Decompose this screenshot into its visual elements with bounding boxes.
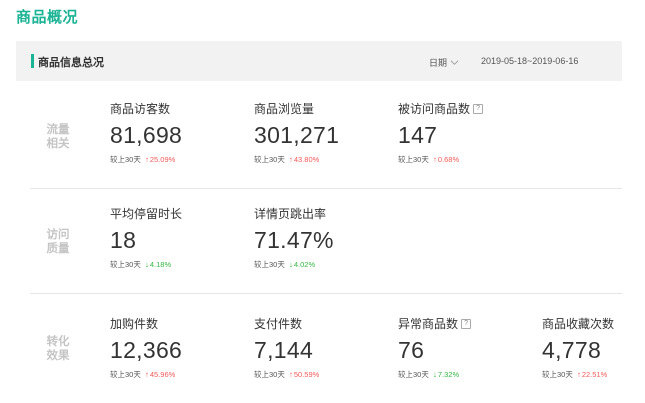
section-label-line1: 访问 [46,229,70,241]
compare-label: 较上30天 [398,155,429,164]
panel-title-accent-bar [31,54,34,68]
metric-value: 12,366 [110,337,183,363]
metric-value: 4,778 [542,337,602,363]
compare-label: 较上30天 [110,155,141,164]
arrow-up-icon: ↑ [288,370,293,379]
metric-value: 18 [110,227,137,253]
metric-name: 商品访客数 [110,102,171,116]
arrow-up-icon: ↑ [288,155,293,164]
section-label-line1: 流量 [46,124,70,136]
metric-name: 被访问商品数 [398,102,471,116]
metric-value: 301,271 [254,122,340,148]
date-selector-label: 日期 [429,58,448,68]
compare-change: 50.59% [293,370,320,379]
compare-label: 较上30天 [254,370,285,379]
compare-change: 25.09% [149,155,176,164]
chevron-down-icon [450,60,459,65]
metric-value: 7,144 [254,337,314,363]
compare-label: 较上30天 [398,370,429,379]
compare-label: 较上30天 [110,260,141,269]
help-icon[interactable]: ? [473,103,484,114]
metric-value: 147 [398,122,438,148]
compare-change: 45.96% [149,370,176,379]
metric-compare: 较上30天 ↓ 7.32% [398,369,471,380]
compare-label: 较上30天 [542,370,573,379]
metric-card: 商品收藏次数 4,778 较上30天 ↑ 22.51% [542,315,614,380]
metric-card: 被访问商品数 ? 147 较上30天 ↑ 0.68% [398,100,484,165]
compare-label: 较上30天 [254,155,285,164]
metric-card: 商品访客数 81,698 较上30天 ↑ 25.09% [110,100,182,165]
metric-compare: 较上30天 ↓ 4.02% [254,259,334,270]
date-range: 2019-05-18~2019-06-16 [481,56,579,66]
arrow-up-icon: ↑ [576,370,581,379]
section-label: 流量 相关 [44,123,72,151]
metric-compare: 较上30天 ↓ 4.18% [110,259,182,270]
section-label-line1: 转化 [46,336,70,348]
compare-change: 43.80% [293,155,320,164]
metric-name: 异常商品数 [398,317,459,331]
compare-change: 22.51% [581,370,608,379]
arrow-up-icon: ↑ [144,370,149,379]
metric-value: 76 [398,337,425,363]
compare-label: 较上30天 [254,260,285,269]
arrow-up-icon: ↑ [144,155,149,164]
arrow-up-icon: ↑ [432,155,437,164]
metric-compare: 较上30天 ↑ 25.09% [110,154,182,165]
metric-value: 71.47% [254,227,334,253]
section-label-line2: 相关 [46,138,70,150]
section-label: 访问 质量 [44,228,72,256]
metric-compare: 较上30天 ↑ 0.68% [398,154,483,165]
compare-change: 0.68% [437,155,460,164]
section-conversion: 转化 效果 加购件数 12,366 较上30天 ↑ 45.96% 支付件数 7,… [30,295,622,403]
metric-compare: 较上30天 ↑ 22.51% [542,369,614,380]
arrow-down-icon: ↓ [144,260,149,269]
metric-card: 详情页跳出率 71.47% 较上30天 ↓ 4.02% [254,205,334,270]
section-label: 转化 效果 [44,335,72,363]
section-traffic: 流量 相关 商品访客数 81,698 较上30天 ↑ 25.09% 商品浏览量 … [30,85,622,189]
panel-header: 商品信息总况 日期 2019-05-18~2019-06-16 [16,41,622,81]
metric-card: 加购件数 12,366 较上30天 ↑ 45.96% [110,315,182,380]
metric-name: 商品浏览量 [254,102,315,116]
metric-compare: 较上30天 ↑ 45.96% [110,369,182,380]
metric-value: 81,698 [110,122,183,148]
metric-name: 详情页跳出率 [254,207,327,221]
compare-change: 4.18% [149,260,172,269]
section-visit-quality: 访问 质量 平均停留时长 18 较上30天 ↓ 4.18% 详情页跳出率 71.… [30,190,622,294]
compare-change: 7.32% [437,370,460,379]
page-title: 商品概况 [16,9,79,26]
compare-label: 较上30天 [110,370,141,379]
date-selector[interactable]: 日期 [429,56,459,69]
metric-name: 加购件数 [110,317,159,331]
compare-change: 4.02% [293,260,316,269]
section-label-line2: 效果 [46,350,70,362]
metric-name: 商品收藏次数 [542,317,615,331]
metric-compare: 较上30天 ↑ 50.59% [254,369,319,380]
metric-name: 平均停留时长 [110,207,183,221]
metric-card: 平均停留时长 18 较上30天 ↓ 4.18% [110,205,182,270]
metric-card: 支付件数 7,144 较上30天 ↑ 50.59% [254,315,319,380]
help-icon[interactable]: ? [461,318,472,329]
arrow-down-icon: ↓ [432,370,437,379]
panel-title: 商品信息总况 [38,57,104,69]
metric-name: 支付件数 [254,317,303,331]
metric-compare: 较上30天 ↑ 43.80% [254,154,339,165]
metric-card: 商品浏览量 301,271 较上30天 ↑ 43.80% [254,100,339,165]
section-label-line2: 质量 [46,243,70,255]
metric-card: 异常商品数 ? 76 较上30天 ↓ 7.32% [398,315,472,380]
arrow-down-icon: ↓ [288,260,293,269]
